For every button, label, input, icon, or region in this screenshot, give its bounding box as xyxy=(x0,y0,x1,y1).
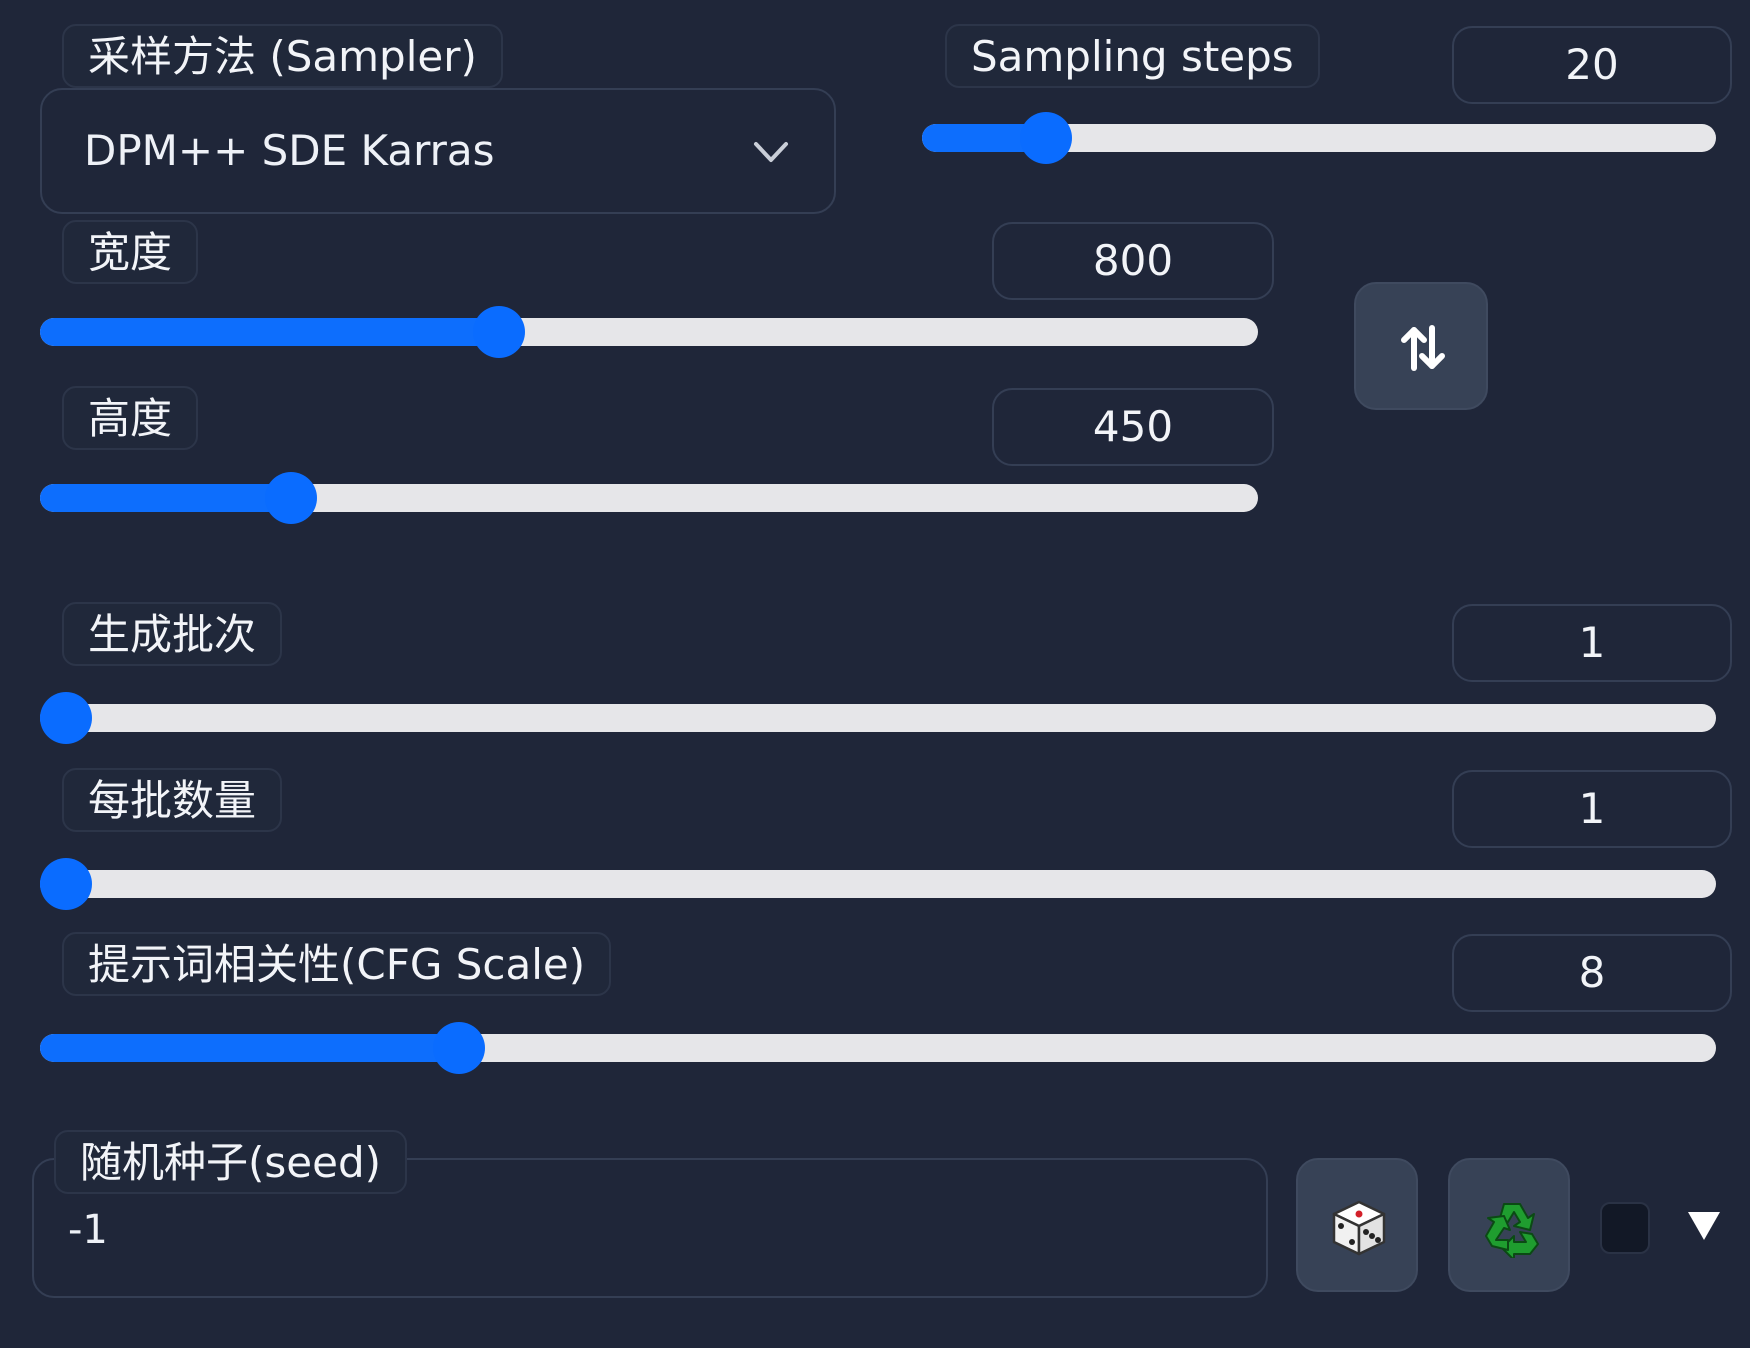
extra-seed-checkbox[interactable] xyxy=(1600,1202,1650,1254)
cfg-scale-slider-fill xyxy=(40,1034,459,1062)
sampler-value: DPM++ SDE Karras xyxy=(84,126,495,175)
cfg-scale-slider[interactable] xyxy=(40,1022,1716,1074)
cfg-scale-input[interactable]: 8 xyxy=(1452,934,1732,1012)
width-slider[interactable] xyxy=(40,306,1258,358)
cfg-scale-label: 提示词相关性(CFG Scale) xyxy=(62,932,612,996)
sampling-steps-label: Sampling steps xyxy=(945,24,1320,88)
width-slider-fill xyxy=(40,318,500,346)
cfg-scale-slider-thumb[interactable] xyxy=(433,1022,485,1074)
width-label: 宽度 xyxy=(62,220,199,284)
dice-icon xyxy=(1332,1200,1386,1256)
batch-size-slider-thumb[interactable] xyxy=(40,858,92,910)
batch-size-slider[interactable] xyxy=(40,858,1716,910)
sampling-steps-slider[interactable] xyxy=(922,112,1716,164)
sampler-label: 采样方法 (Sampler) xyxy=(62,24,503,88)
batch-size-input[interactable]: 1 xyxy=(1452,770,1732,848)
width-slider-thumb[interactable] xyxy=(473,306,526,358)
height-label: 高度 xyxy=(62,386,199,450)
height-slider-thumb[interactable] xyxy=(264,472,317,524)
height-input[interactable]: 450 xyxy=(992,388,1274,466)
width-input[interactable]: 800 xyxy=(992,222,1274,300)
height-slider-fill xyxy=(40,484,291,512)
height-slider[interactable] xyxy=(40,472,1258,524)
batch-count-slider[interactable] xyxy=(40,692,1716,744)
triangle-down-icon[interactable] xyxy=(1686,1208,1722,1244)
seed-value: -1 xyxy=(68,1207,108,1253)
sampling-steps-slider-thumb[interactable] xyxy=(1019,112,1072,164)
swap-vertical-icon xyxy=(1401,325,1445,371)
batch-size-label: 每批数量 xyxy=(62,768,283,832)
swap-dimensions-button[interactable] xyxy=(1354,282,1488,410)
recycle-icon xyxy=(1485,1203,1539,1258)
batch-count-label: 生成批次 xyxy=(62,602,283,666)
batch-count-slider-thumb[interactable] xyxy=(40,692,92,744)
chevron-down-icon xyxy=(754,142,788,162)
sampling-steps-input[interactable]: 20 xyxy=(1452,26,1732,104)
random-seed-button[interactable] xyxy=(1296,1158,1418,1292)
sampler-dropdown[interactable]: DPM++ SDE Karras xyxy=(40,88,836,214)
reuse-seed-button[interactable] xyxy=(1448,1158,1570,1292)
seed-label: 随机种子(seed) xyxy=(54,1130,407,1194)
batch-count-input[interactable]: 1 xyxy=(1452,604,1732,682)
